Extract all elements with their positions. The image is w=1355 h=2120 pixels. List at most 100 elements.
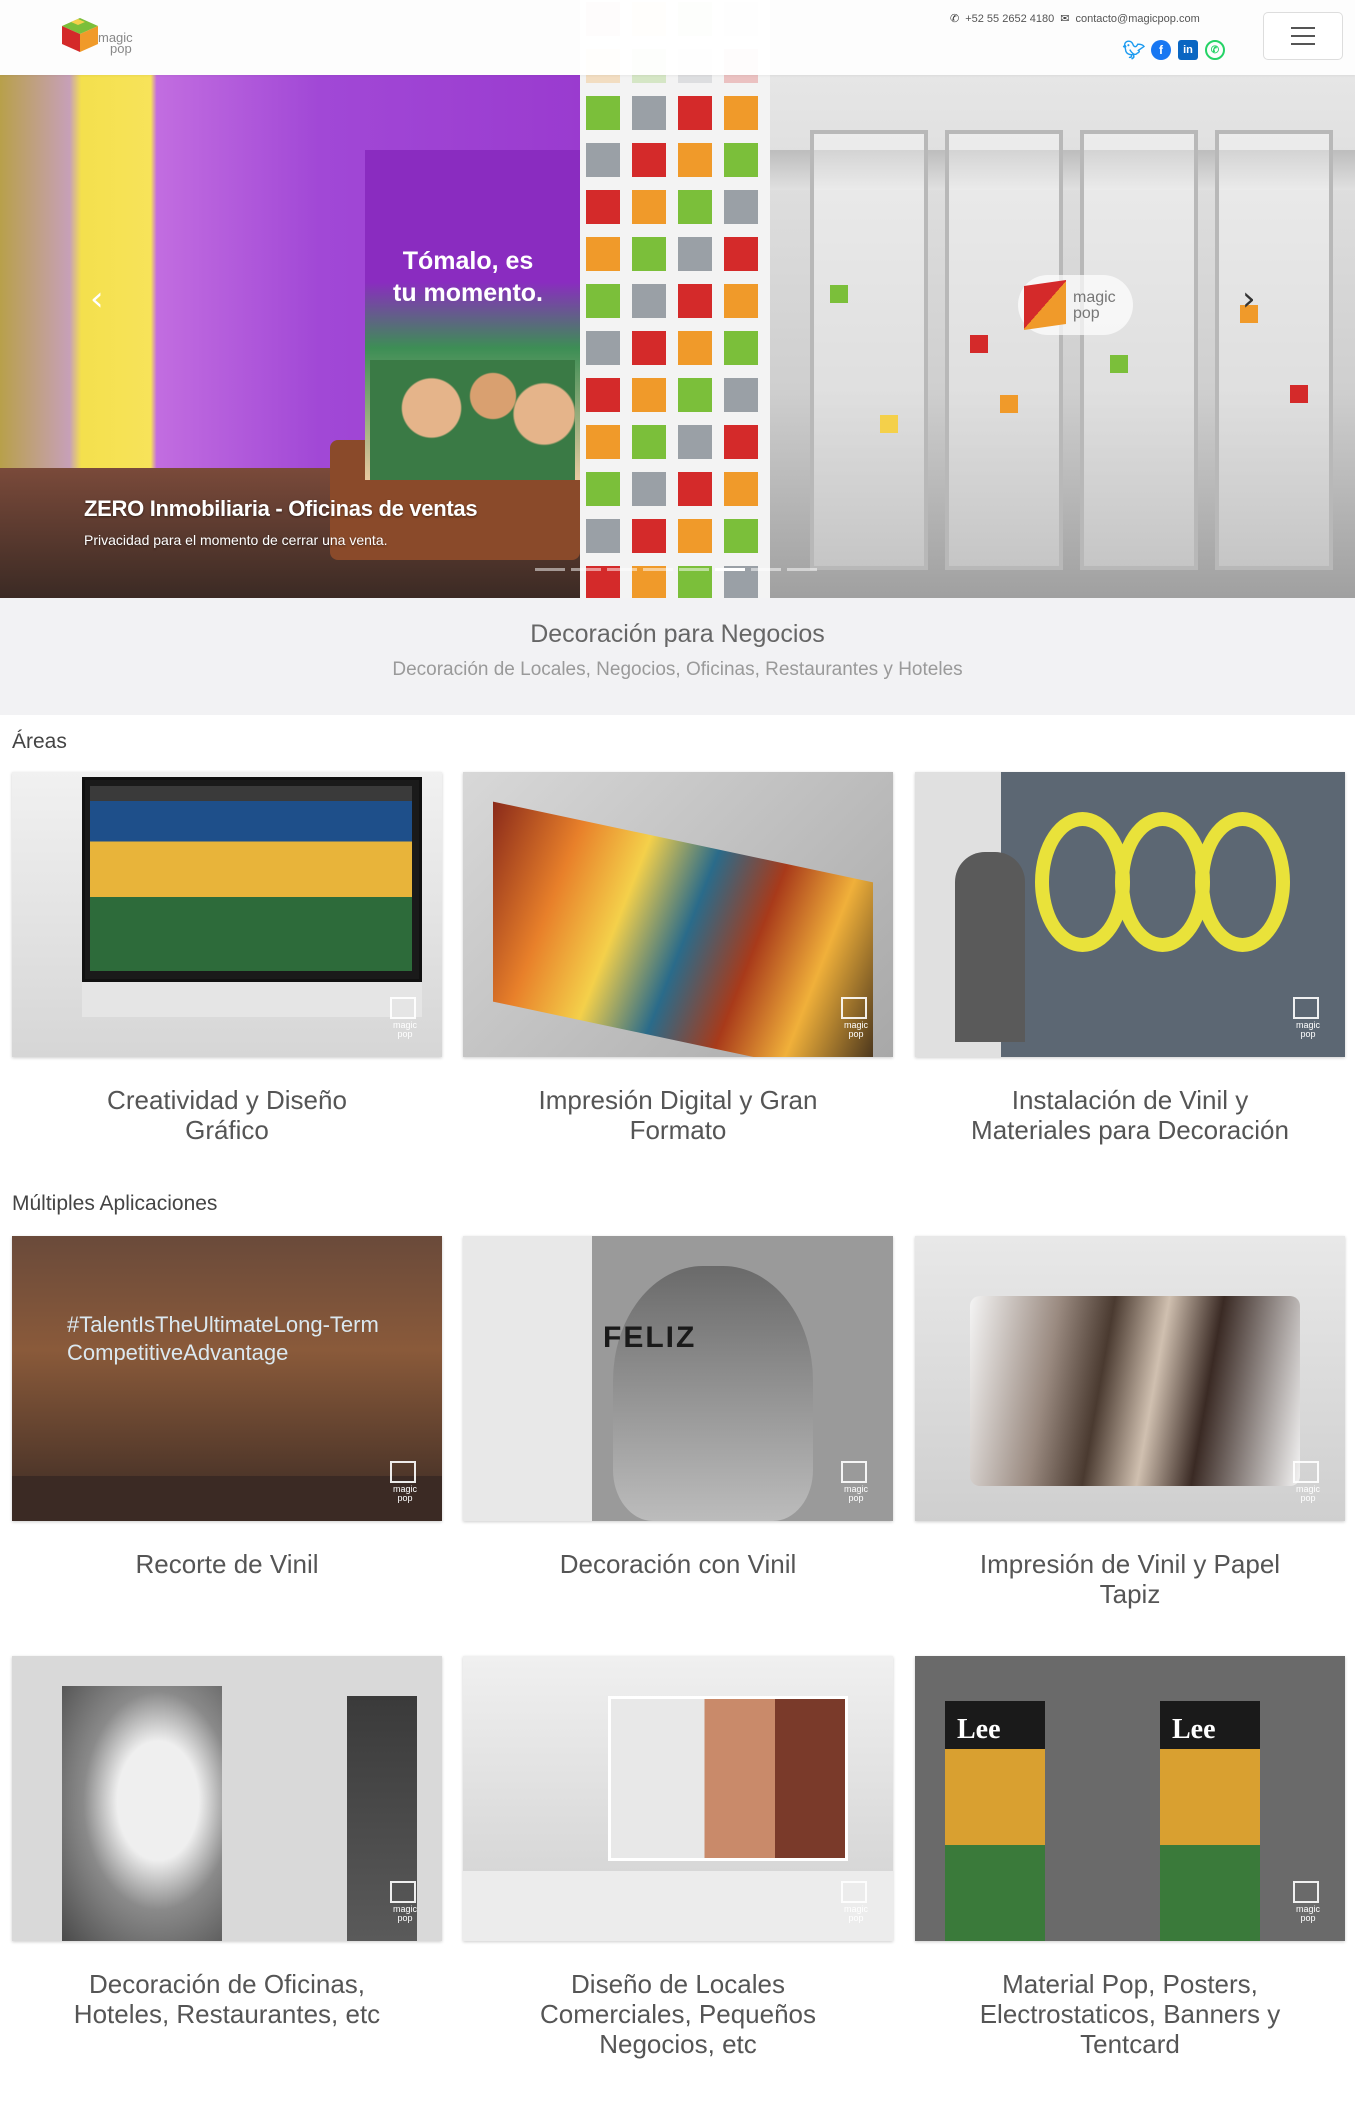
whatsapp-icon[interactable]: ✆: [1205, 40, 1225, 60]
vinyl-wall-text: FELIZ: [603, 1321, 697, 1354]
carousel-indicator[interactable]: [571, 568, 601, 571]
menu-toggle-button[interactable]: [1263, 12, 1343, 60]
carousel-indicator[interactable]: [643, 568, 673, 571]
color-grid-square: [632, 284, 666, 318]
area-card[interactable]: magic pop Impresión Digital y Gran Format…: [463, 772, 893, 1145]
site-logo[interactable]: magic pop: [58, 14, 158, 62]
color-grid-square: [724, 331, 758, 365]
store-counter: [463, 1871, 893, 1941]
hero-carousel[interactable]: Tómalo, es tu momento. magic pop ‹ › ZER…: [0, 0, 1355, 598]
color-grid-square: [678, 237, 712, 271]
magicpop-watermark-icon: magic pop: [384, 997, 426, 1039]
hero-magicpop-logo: magic pop: [1018, 275, 1133, 335]
application-card-image[interactable]: FELIZ magic pop: [463, 1236, 893, 1521]
application-card[interactable]: #TalentIsTheUltimateLong-TermCompetitive…: [12, 1236, 442, 1579]
area-card-image[interactable]: magic pop: [12, 772, 442, 1057]
store-poster: [608, 1696, 848, 1861]
application-card-title[interactable]: Material Pop, Posters, Electrostaticos, …: [915, 1969, 1345, 2059]
area-card-image[interactable]: magic pop: [463, 772, 893, 1057]
contact-info: ✆ +52 55 2652 4180 ✉ contacto@magicpop.c…: [950, 12, 1200, 26]
hero-glass-square: [1000, 395, 1018, 413]
carousel-next-arrow-icon[interactable]: ›: [1242, 282, 1256, 316]
application-card-image[interactable]: magic pop: [12, 1656, 442, 1941]
color-grid-square: [586, 190, 620, 224]
color-grid-square: [586, 425, 620, 459]
hero-color-grid: [580, 0, 770, 598]
application-card[interactable]: magic pop Impresión de Vinil y Papel Tapi…: [915, 1236, 1345, 1609]
application-card-title[interactable]: Diseño de Locales Comerciales, Pequeños …: [463, 1969, 893, 2059]
area-card[interactable]: magic pop Instalación de Vinil y Material…: [915, 772, 1345, 1145]
hero-poster: Tómalo, es tu momento.: [365, 150, 580, 480]
color-grid-square: [586, 472, 620, 506]
carousel-indicator[interactable]: [715, 568, 745, 571]
color-grid-square: [724, 425, 758, 459]
color-grid-square: [586, 143, 620, 177]
application-card-title[interactable]: Decoración de Oficinas, Hoteles, Restaur…: [12, 1969, 442, 2029]
carousel-indicators[interactable]: [535, 568, 817, 571]
application-card-image[interactable]: magic pop: [915, 1236, 1345, 1521]
color-grid-square: [678, 190, 712, 224]
printer-output-image: [493, 801, 873, 1057]
color-grid-square: [586, 284, 620, 318]
hero-caption-subtitle: Privacidad para el momento de cerrar una…: [84, 532, 388, 548]
hero-caption: ZERO Inmobiliaria - Oficinas de ventas P…: [84, 496, 478, 548]
application-card-title[interactable]: Recorte de Vinil: [12, 1549, 442, 1579]
application-card-image[interactable]: Lee Lee magic pop: [915, 1656, 1345, 1941]
area-card-title[interactable]: Creatividad y Diseño Gráfico: [12, 1085, 442, 1145]
application-card-image[interactable]: #TalentIsTheUltimateLong-TermCompetitive…: [12, 1236, 442, 1521]
color-grid-square: [632, 472, 666, 506]
carousel-indicator[interactable]: [751, 568, 781, 571]
application-card-title[interactable]: Decoración con Vinil: [463, 1549, 893, 1579]
color-grid-square: [632, 96, 666, 130]
phone-link[interactable]: +52 55 2652 4180: [965, 13, 1054, 25]
carousel-indicator[interactable]: [787, 568, 817, 571]
color-grid-square: [632, 331, 666, 365]
hero-poster-line-2: tu momento.: [393, 279, 543, 307]
tagline-subtitle: Decoración de Locales, Negocios, Oficina…: [392, 659, 963, 680]
wallpaper-print-roll: [970, 1296, 1300, 1486]
area-card-title[interactable]: Instalación de Vinil y Materiales para D…: [915, 1085, 1345, 1145]
area-card[interactable]: magic pop Creatividad y Diseño Gráfico: [12, 772, 442, 1145]
brand-logo-text: Lee: [957, 1714, 1001, 1745]
color-grid-square: [586, 378, 620, 412]
mail-icon: ✉: [1060, 13, 1070, 25]
application-card[interactable]: FELIZ magic pop Decoración con Vinil: [463, 1236, 893, 1579]
carousel-indicator[interactable]: [535, 568, 565, 571]
application-card[interactable]: Lee Lee magic pop Material Pop, Posters, …: [915, 1656, 1345, 2059]
color-grid-square: [586, 96, 620, 130]
color-grid-square: [678, 425, 712, 459]
hamburger-icon-bar: [1291, 27, 1315, 29]
email-link[interactable]: contacto@magicpop.com: [1075, 13, 1199, 25]
color-grid-square: [678, 143, 712, 177]
monitor-chin: [82, 982, 422, 1017]
magicpop-watermark-icon: magic pop: [384, 1461, 426, 1503]
application-card-title[interactable]: Impresión de Vinil y Papel Tapiz: [915, 1549, 1345, 1609]
hero-poster-text: Tómalo, es tu momento.: [393, 245, 543, 309]
color-grid-square: [724, 378, 758, 412]
woman-face-image: [613, 1266, 813, 1521]
color-grid-square: [724, 237, 758, 271]
color-grid-square: [632, 519, 666, 553]
color-grid-square: [724, 143, 758, 177]
twitter-icon[interactable]: 🐦︎: [1123, 40, 1146, 60]
area-card-image[interactable]: magic pop: [915, 772, 1345, 1057]
magicpop-watermark-icon: magic pop: [835, 997, 877, 1039]
tagline-band: Decoración para Negocios Decoración de L…: [0, 598, 1355, 715]
carousel-prev-arrow-icon[interactable]: ‹: [90, 282, 104, 316]
magicpop-watermark-icon: magic pop: [835, 1881, 877, 1923]
hero-glass-panel: [810, 130, 928, 570]
color-grid-square: [724, 519, 758, 553]
phone-icon: ✆: [950, 13, 960, 25]
facebook-icon[interactable]: f: [1151, 40, 1171, 60]
area-card-title[interactable]: Impresión Digital y Gran Formato: [463, 1085, 893, 1145]
linkedin-icon[interactable]: in: [1178, 40, 1198, 60]
application-card[interactable]: magic pop Diseño de Locales Comerciales, …: [463, 1656, 893, 2059]
color-grid-square: [678, 96, 712, 130]
application-card-image[interactable]: magic pop: [463, 1656, 893, 1941]
carousel-indicator[interactable]: [679, 568, 709, 571]
color-grid-square: [632, 237, 666, 271]
tagline-title: Decoración para Negocios: [530, 620, 825, 648]
application-card[interactable]: magic pop Decoración de Oficinas, Hoteles…: [12, 1656, 442, 2029]
color-grid-square: [678, 472, 712, 506]
carousel-indicator[interactable]: [607, 568, 637, 571]
